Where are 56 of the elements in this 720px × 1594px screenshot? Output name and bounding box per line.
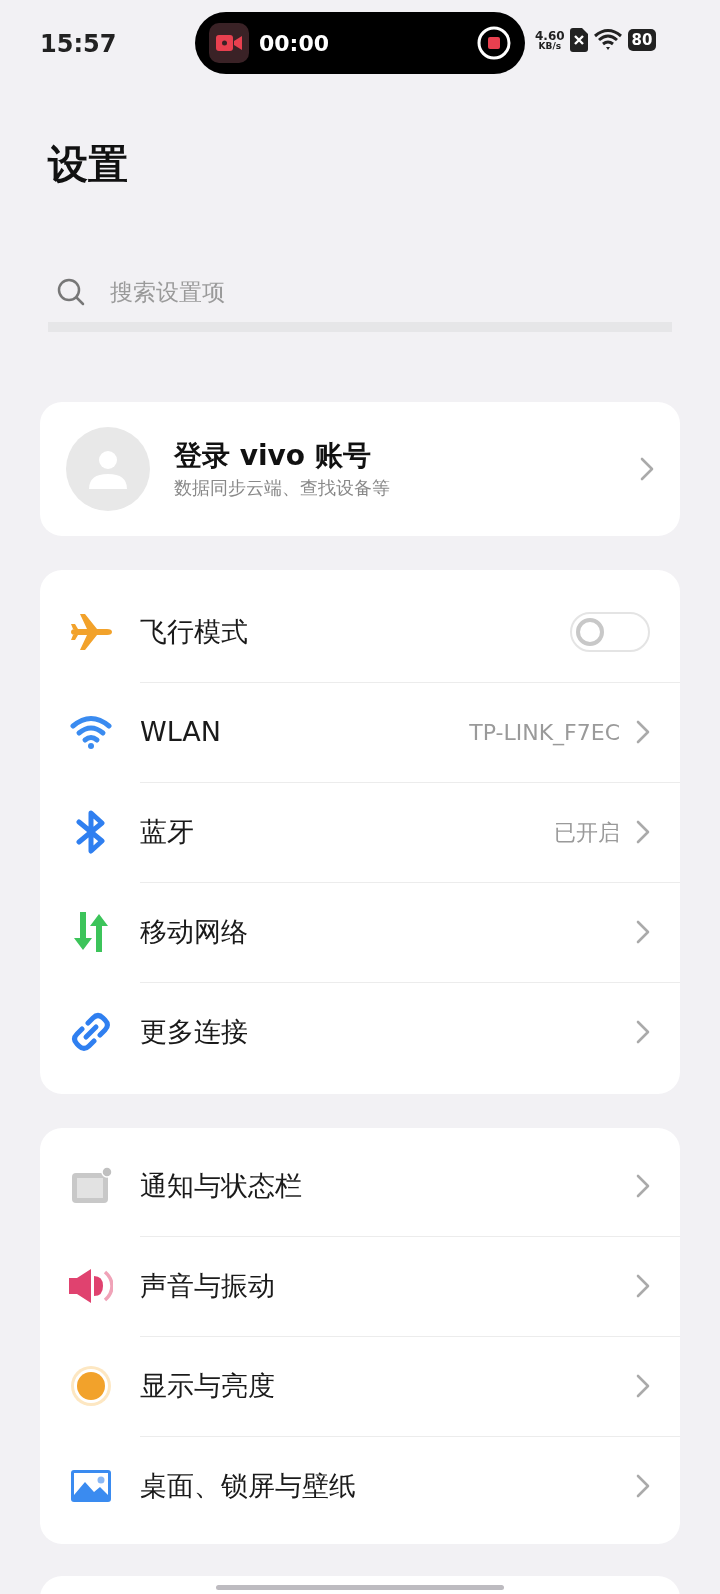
settings-row[interactable]: 声音与振动	[40, 1236, 680, 1336]
account-subtitle: 数据同步云端、查找设备等	[174, 476, 391, 500]
notification-icon	[70, 1167, 112, 1205]
wifi-icon	[592, 28, 623, 52]
home-indicator[interactable]	[216, 1585, 504, 1590]
status-time: 15:57	[40, 29, 117, 60]
row-value: TP-LINK_F7EC	[469, 718, 620, 748]
row-label: 更多连接	[140, 1014, 249, 1049]
row-label: 通知与状态栏	[140, 1168, 303, 1203]
link-icon	[70, 1011, 112, 1053]
toggle-switch[interactable]	[570, 612, 650, 652]
network-speed: 4.60	[535, 29, 565, 42]
search-icon	[56, 277, 86, 307]
chevron-icon	[636, 920, 650, 944]
chevron-icon	[636, 720, 650, 744]
recording-timer: 00:00	[259, 29, 330, 58]
page-title: 设置	[48, 140, 129, 189]
sim-card-icon	[569, 28, 588, 52]
chevron-icon	[636, 1374, 650, 1398]
row-label: 显示与亮度	[140, 1368, 276, 1403]
settings-row[interactable]: WLAN TP-LINK_F7EC	[40, 682, 680, 782]
brightness-icon	[69, 1364, 113, 1408]
account-card[interactable]: 登录 vivo 账号 数据同步云端、查找设备等	[40, 402, 680, 536]
row-label: WLAN	[140, 714, 223, 749]
video-camera-icon	[209, 23, 249, 63]
recording-pill[interactable]: 00:00	[195, 12, 525, 74]
row-label: 飞行模式	[140, 614, 249, 649]
row-value: 已开启	[554, 818, 620, 847]
chevron-icon	[640, 457, 654, 481]
settings-row[interactable]: 通知与状态栏	[40, 1136, 680, 1236]
chevron-icon	[636, 1020, 650, 1044]
network-speed-unit: KB/s	[538, 41, 562, 51]
settings-row[interactable]: 显示与亮度	[40, 1336, 680, 1436]
airplane-icon	[69, 612, 113, 652]
row-label: 移动网络	[140, 914, 249, 949]
search-field[interactable]: 搜索设置项	[108, 273, 508, 311]
wifi-icon	[70, 715, 112, 749]
battery-level: 80	[627, 29, 657, 51]
image-icon	[70, 1469, 112, 1503]
settings-row[interactable]: 蓝牙 已开启	[40, 782, 680, 882]
speaker-icon	[69, 1268, 113, 1304]
row-label: 声音与振动	[140, 1268, 276, 1303]
arrows-icon	[72, 912, 110, 952]
settings-row[interactable]: 更多连接	[40, 982, 680, 1082]
settings-row[interactable]: 移动网络	[40, 882, 680, 982]
chevron-icon	[636, 1274, 650, 1298]
chevron-icon	[636, 1174, 650, 1198]
chevron-icon	[636, 820, 650, 844]
settings-row[interactable]: 飞行模式	[40, 582, 680, 682]
bluetooth-icon	[74, 810, 108, 854]
account-title: 登录 vivo 账号	[174, 438, 372, 474]
stop-icon[interactable]	[477, 26, 511, 60]
chevron-icon	[636, 1474, 650, 1498]
settings-row[interactable]: 桌面、锁屏与壁纸	[40, 1436, 680, 1536]
row-label: 桌面、锁屏与壁纸	[140, 1468, 357, 1503]
row-label: 蓝牙	[140, 814, 195, 849]
